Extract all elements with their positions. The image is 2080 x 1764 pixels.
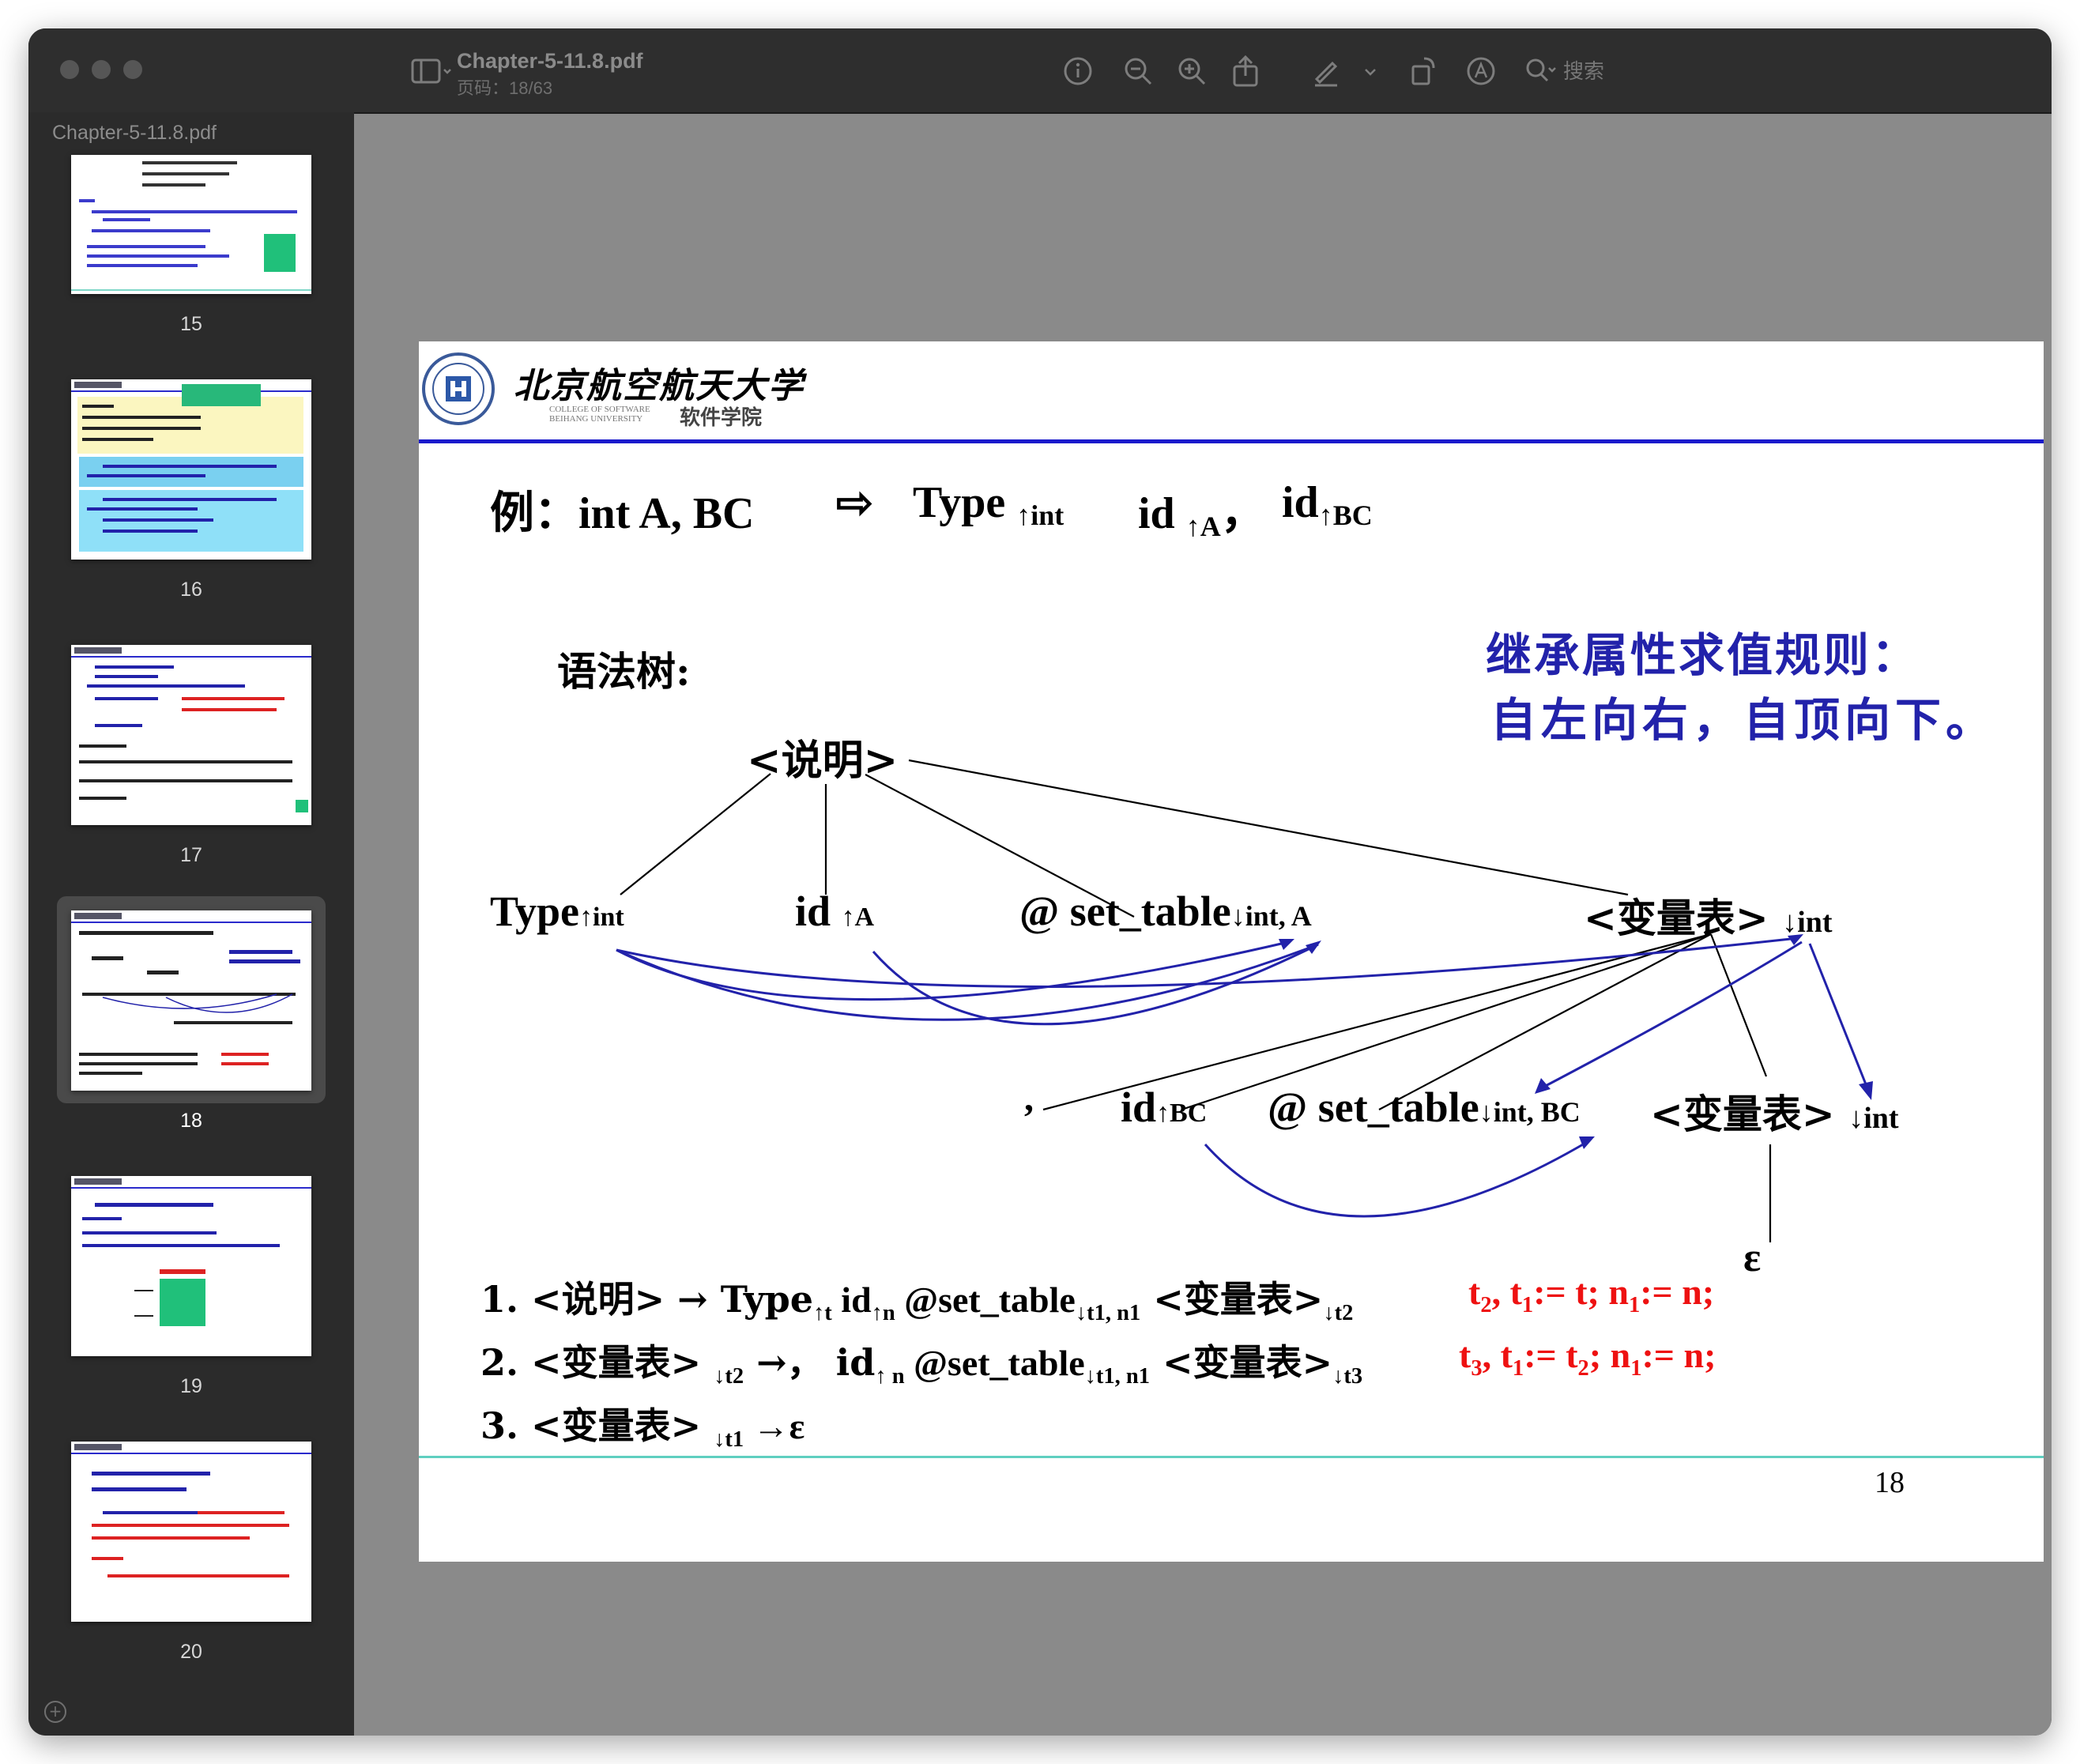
minimize-button[interactable] [92, 60, 111, 79]
tree-node-varlist: <变量表> ↓int [1584, 895, 1833, 941]
tree-node-root: <说明> [747, 737, 899, 785]
zoom-out-icon[interactable] [1121, 54, 1155, 89]
example-line: 例：int A, BC [490, 477, 755, 541]
document-name: Chapter-5-11.8.pdf [457, 49, 643, 73]
university-logo-icon [422, 352, 495, 425]
inherited-attribute-rule-title: 继承属性求值规则： [1486, 628, 1920, 682]
info-icon[interactable] [1061, 54, 1095, 89]
id-a-token: id ↑A， [1138, 487, 1265, 542]
thumbnail-page-20[interactable] [71, 1442, 311, 1622]
chevron-down-icon[interactable] [1359, 54, 1381, 89]
production-rule-2: 2. <变量表> ↓t2 →， id↑ n @set_table↓t1, n1 … [480, 1341, 1363, 1389]
thumbnail-label-19: 19 [180, 1375, 202, 1397]
thumbnail-label-17: 17 [180, 844, 202, 866]
university-name: 北京航空航天大学 [514, 366, 804, 406]
thumbnail-page-16[interactable] [71, 379, 311, 560]
production-rule-3: 3. <变量表> ↓t1 →ε [480, 1404, 805, 1452]
markup-pen-icon[interactable] [1309, 54, 1343, 89]
tree-node-epsilon: ε [1743, 1235, 1762, 1280]
right-arrow-icon: ⇨ [836, 479, 873, 528]
thumbnail-page-17[interactable] [71, 645, 311, 825]
thumbnail-17-content [71, 647, 311, 812]
thumbnail-page-18[interactable] [71, 910, 311, 1091]
toolbar: Chapter-5-11.8.pdf 页码：18/63 搜索 [354, 28, 2052, 114]
type-token: Type ↑int [913, 478, 1064, 531]
college-chinese-name: 软件学院 [680, 406, 763, 430]
example-declaration: int A, BC [578, 489, 755, 538]
tree-node-id-bc: id↑BC [1121, 1084, 1208, 1131]
tree-node-varlist-2: <变量表> ↓int [1650, 1091, 1899, 1137]
zoom-button[interactable] [123, 60, 142, 79]
production-rule-1: 1. <说明> → Type↑t id↑n @set_table↓t1, n1 … [480, 1278, 1354, 1325]
thumbnail-label-16: 16 [180, 579, 202, 601]
slide-page-number: 18 [1875, 1466, 1905, 1499]
thumbnail-19-content [71, 1178, 311, 1326]
sidebar-toggle-icon[interactable] [408, 54, 455, 89]
add-page-icon[interactable]: + [44, 1701, 66, 1723]
thumbnail-16-content [71, 379, 311, 552]
thumbnail-label-15: 15 [180, 313, 202, 335]
preview-window: Chapter-5-11.8.pdf 15 16 17 18 19 20 + C… [28, 28, 2052, 1736]
page-indicator: 页码：18/63 [457, 78, 553, 98]
close-button[interactable] [60, 60, 79, 79]
rotate-icon[interactable] [1405, 54, 1440, 89]
search-icon[interactable] [1524, 54, 1558, 89]
semantic-action-1: t2, t1:= t; n1:= n; [1468, 1272, 1715, 1317]
pdf-page: 北京航空航天大学 COLLEGE OF SOFTWARE BEIHANG UNI… [419, 341, 2044, 1562]
tree-node-id: id ↑A [795, 888, 875, 935]
id-bc-token: id↑BC [1282, 478, 1373, 531]
semantic-action-2: t3, t1:= t2; n1:= n; [1459, 1335, 1716, 1381]
example-prefix: 例： [490, 487, 578, 539]
tree-node-set-table: @ set_table↓int, A [1019, 888, 1312, 935]
share-icon[interactable] [1228, 54, 1263, 89]
thumbnail-label-20: 20 [180, 1641, 202, 1663]
syntax-tree-label: 语法树: [557, 648, 691, 695]
sidebar-doc-title: Chapter-5-11.8.pdf [52, 122, 217, 144]
thumbnail-20-content [71, 1444, 311, 1577]
tree-node-set-table-bc: @ set_table↓int, BC [1268, 1084, 1581, 1131]
thumbnail-label-18: 18 [180, 1110, 202, 1132]
thumbnail-page-19[interactable] [71, 1176, 311, 1356]
inherited-attribute-rule-text: 自左向右，自顶向下。 [1490, 693, 1997, 747]
zoom-in-icon[interactable] [1174, 54, 1209, 89]
annotate-icon[interactable] [1464, 54, 1498, 89]
thumbnail-page-15[interactable] [71, 155, 311, 294]
college-english-name: COLLEGE OF SOFTWARE BEIHANG UNIVERSITY [549, 405, 650, 424]
thumbnail-18-content [71, 913, 311, 1075]
tree-node-comma: , [1024, 1077, 1034, 1119]
thumbnail-sidebar: Chapter-5-11.8.pdf 15 16 17 18 19 20 + [28, 28, 356, 1736]
tree-node-type: Type↑int [490, 888, 624, 935]
search-input[interactable]: 搜索 [1563, 55, 1658, 89]
thumbnail-15-content [71, 161, 311, 291]
